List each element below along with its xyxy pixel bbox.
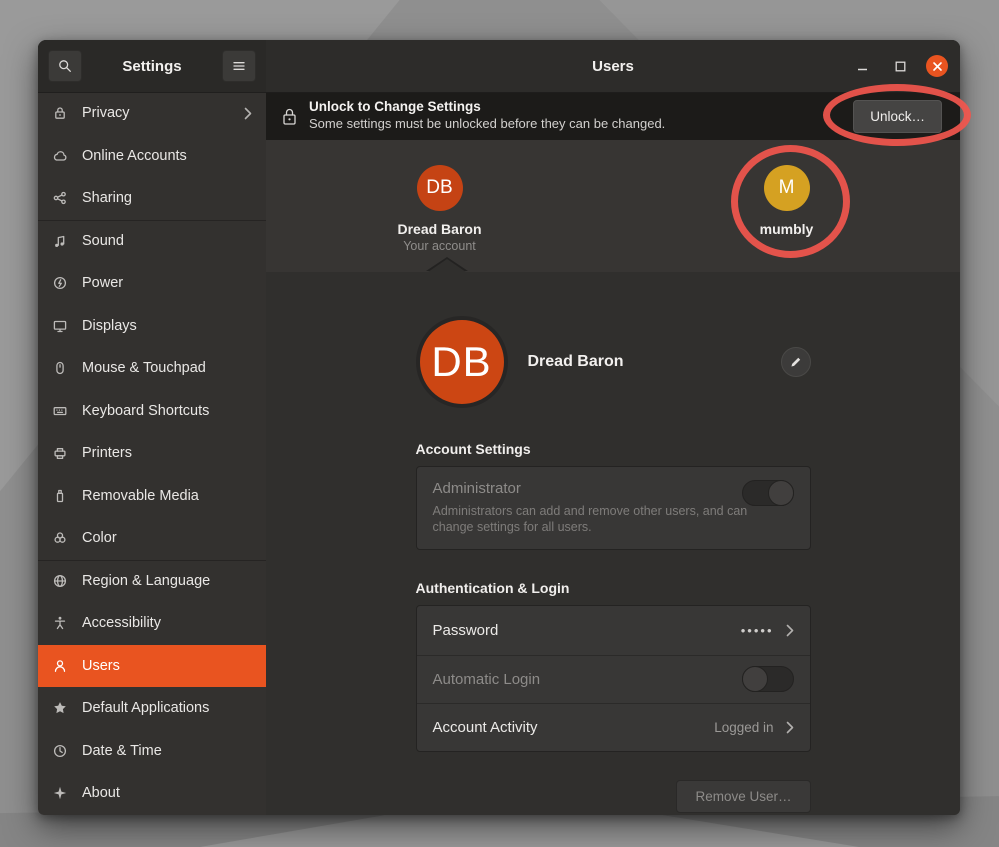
- toggle-knob: [742, 666, 768, 692]
- sidebar-title: Settings: [82, 58, 222, 75]
- carousel-user-name: Dread Baron: [397, 221, 481, 237]
- sound-icon: [52, 233, 68, 249]
- sidebar-item-date-time[interactable]: Date & Time: [38, 730, 266, 773]
- unlock-button[interactable]: Unlock…: [853, 100, 942, 133]
- unlock-banner: Unlock to Change Settings Some settings …: [266, 92, 960, 140]
- sidebar-item-removable-media[interactable]: Removable Media: [38, 475, 266, 518]
- unlock-banner-subtitle: Some settings must be unlocked before th…: [309, 116, 665, 132]
- administrator-description: Administrators can add and remove other …: [433, 504, 763, 535]
- maximize-button[interactable]: [888, 54, 912, 78]
- chevron-right-icon: [786, 624, 794, 637]
- mouse-icon: [52, 360, 68, 376]
- sidebar-item-region-language[interactable]: Region & Language: [38, 560, 266, 603]
- removable-media-icon: [52, 488, 68, 504]
- settings-window: Settings PrivacyOnline AccountsSharingSo…: [38, 40, 960, 815]
- accessibility-icon: [52, 615, 68, 631]
- carousel-user-name: mumbly: [760, 221, 814, 237]
- window-controls: [850, 54, 960, 78]
- globe-icon: [52, 573, 68, 589]
- administrator-row: Administrator Administrators can add and…: [417, 467, 810, 549]
- sidebar-item-power[interactable]: Power: [38, 262, 266, 305]
- carousel-user-dread-baron[interactable]: DB Dread Baron Your account: [266, 140, 613, 272]
- authentication-header: Authentication & Login: [416, 580, 811, 596]
- power-icon: [52, 275, 68, 291]
- profile-row: DB Dread Baron: [416, 316, 811, 408]
- sidebar-item-privacy[interactable]: Privacy: [38, 92, 266, 135]
- automatic-login-row: Automatic Login: [417, 655, 810, 703]
- toggle-knob: [768, 480, 794, 506]
- lock-icon: [52, 105, 68, 121]
- displays-icon: [52, 318, 68, 334]
- star-icon: [52, 700, 68, 716]
- user-detail-panel: DB Dread Baron Account Settings Administ…: [266, 272, 960, 815]
- carousel-user-subtitle: Your account: [403, 239, 476, 253]
- sidebar-item-keyboard-shortcuts[interactable]: Keyboard Shortcuts: [38, 390, 266, 433]
- chevron-right-icon: [786, 721, 794, 734]
- menu-button[interactable]: [222, 50, 256, 82]
- administrator-label: Administrator: [433, 480, 794, 497]
- administrator-toggle[interactable]: [742, 480, 794, 506]
- avatar: DB: [417, 165, 463, 211]
- unlock-banner-text: Unlock to Change Settings Some settings …: [309, 99, 665, 132]
- password-row[interactable]: Password •••••: [417, 606, 810, 654]
- sidebar-item-displays[interactable]: Displays: [38, 305, 266, 348]
- account-activity-value: Logged in: [714, 720, 773, 735]
- sidebar-item-printers[interactable]: Printers: [38, 432, 266, 475]
- cloud-icon: [52, 148, 68, 164]
- search-icon: [57, 58, 73, 74]
- remove-user-row: Remove User…: [416, 780, 811, 813]
- password-value: •••••: [741, 623, 774, 638]
- chevron-right-icon: [244, 107, 252, 120]
- sidebar-item-about[interactable]: About: [38, 772, 266, 815]
- minimize-button[interactable]: [850, 54, 874, 78]
- carousel-user-mumbly[interactable]: Mmumbly: [613, 140, 960, 272]
- avatar: DB: [416, 316, 508, 408]
- pencil-icon: [789, 355, 803, 369]
- remove-user-button[interactable]: Remove User…: [676, 780, 810, 813]
- users-panel: Users Unlock to Change Settings: [266, 40, 960, 815]
- close-button[interactable]: [926, 55, 948, 77]
- sidebar-item-mouse-touchpad[interactable]: Mouse & Touchpad: [38, 347, 266, 390]
- maximize-icon: [893, 59, 908, 74]
- account-settings-header: Account Settings: [416, 441, 811, 457]
- account-settings-group: Administrator Administrators can add and…: [416, 466, 811, 550]
- sidebar-item-sharing[interactable]: Sharing: [38, 177, 266, 220]
- carousel-pointer: [428, 259, 466, 272]
- sidebar-item-accessibility[interactable]: Accessibility: [38, 602, 266, 645]
- hamburger-menu-icon: [231, 58, 247, 74]
- unlock-banner-title: Unlock to Change Settings: [309, 99, 665, 116]
- keyboard-icon: [52, 403, 68, 419]
- minimize-icon: [855, 59, 870, 74]
- automatic-login-label: Automatic Login: [433, 671, 541, 688]
- share-icon: [52, 190, 68, 206]
- account-activity-row[interactable]: Account Activity Logged in: [417, 703, 810, 751]
- sidebar-item-users[interactable]: Users: [38, 645, 266, 688]
- user-carousel: DB Dread Baron Your account Mmumbly: [266, 140, 960, 272]
- automatic-login-toggle[interactable]: [742, 666, 794, 692]
- edit-name-button[interactable]: [781, 347, 811, 377]
- authentication-group: Password ••••• Automatic Login: [416, 605, 811, 752]
- lock-icon: [282, 107, 297, 126]
- sidebar-item-color[interactable]: Color: [38, 517, 266, 560]
- desktop-background: Settings PrivacyOnline AccountsSharingSo…: [0, 0, 999, 847]
- printer-icon: [52, 445, 68, 461]
- sidebar-item-sound[interactable]: Sound: [38, 220, 266, 263]
- sparkle-icon: [52, 785, 68, 801]
- password-label: Password: [433, 622, 499, 639]
- headerbar: Users: [266, 40, 960, 92]
- sidebar-item-default-applications[interactable]: Default Applications: [38, 687, 266, 730]
- user-detail-content: DB Dread Baron Account Settings Administ…: [416, 272, 811, 813]
- close-icon: [932, 61, 943, 72]
- avatar: M: [764, 165, 810, 211]
- sidebar-item-online-accounts[interactable]: Online Accounts: [38, 135, 266, 178]
- sidebar-items: PrivacyOnline AccountsSharingSoundPowerD…: [38, 92, 266, 815]
- color-icon: [52, 530, 68, 546]
- search-button[interactable]: [48, 50, 82, 82]
- profile-name: Dread Baron: [528, 353, 624, 371]
- account-activity-label: Account Activity: [433, 719, 538, 736]
- sidebar-header: Settings: [38, 40, 266, 92]
- clock-icon: [52, 743, 68, 759]
- users-icon: [52, 658, 68, 674]
- sidebar: Settings PrivacyOnline AccountsSharingSo…: [38, 40, 266, 815]
